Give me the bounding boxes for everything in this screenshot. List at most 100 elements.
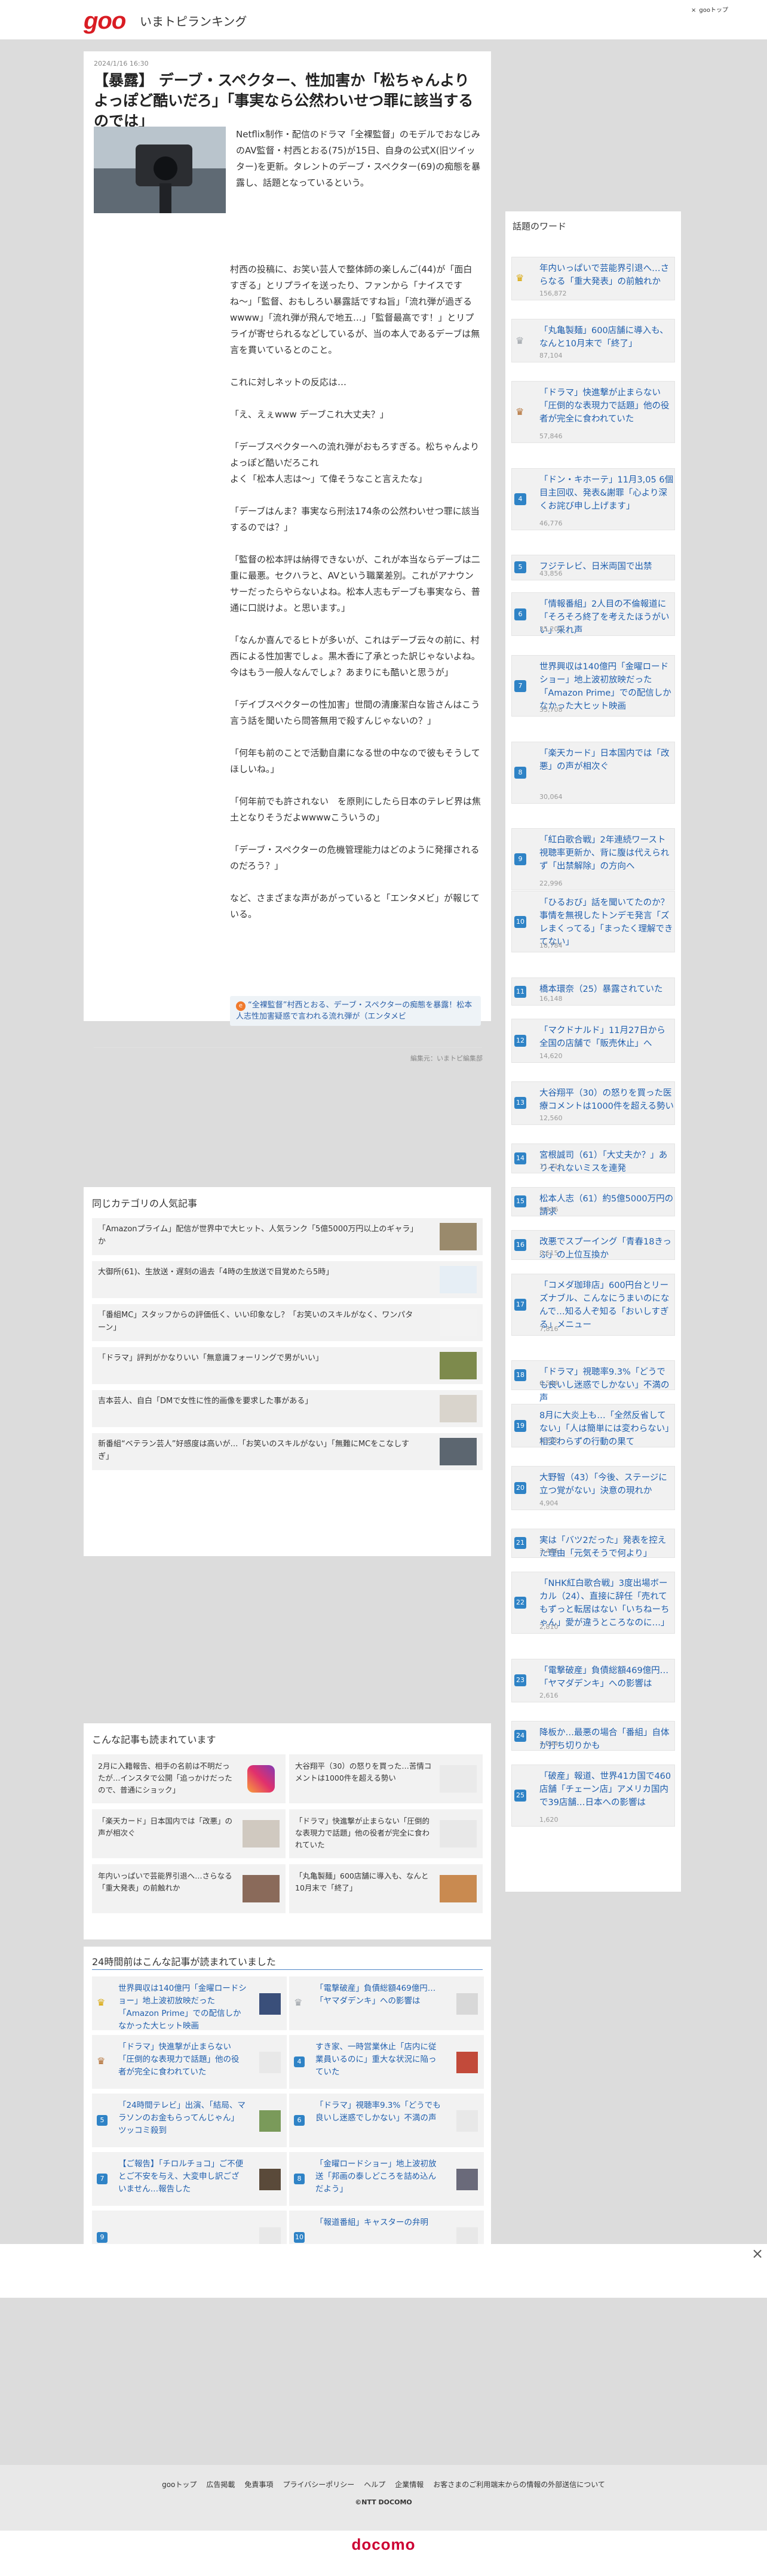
list-item[interactable]: 「丸亀製麺」600店舗に導入も、なんと10月末で「終了」 bbox=[289, 1864, 483, 1913]
ranking-item[interactable]: 6 「ドラマ」視聴率9.3%「どうでも良いし迷惑でしかない」不満の声 bbox=[289, 2094, 484, 2147]
trending-title: 実は「バツ2だった」発表を控えた理由「元気そうで何より」 bbox=[539, 1535, 667, 1558]
trending-item[interactable]: 13 大谷翔平（30）の怒りを買った医療コメントは1000件を超える勢い 12,56… bbox=[511, 1081, 675, 1125]
trending-item[interactable]: ♛ 年内いっぱいで芸能界引退へ…さらなる「重大発表」の前触れか 156,872 bbox=[511, 256, 675, 300]
trending-title: 世界興収は140億円「金曜ロードショー」地上波初放映だった「Amazon Pri… bbox=[539, 662, 671, 711]
ranking-title: 「24時間テレビ」出演、「結局、マラソンのお金もらってんじゃん」ツッコミ殺到 bbox=[118, 2101, 246, 2135]
trending-item[interactable]: 6 「情報番組」2人目の不倫報道に「そろそろ終了を考えたほうがいい」采れ声 35,2… bbox=[511, 592, 675, 637]
trending-item[interactable]: 20 大野智（43）「今後、ステージに立つ覚がない」決意の現れか 4,904 bbox=[511, 1466, 675, 1510]
footer-link[interactable]: gooトップ bbox=[162, 2480, 197, 2489]
article-title: 【暴露】 デーブ・スペクター、性加害か「松ちゃんよりよっぽど酷いだろ」「事実なら… bbox=[94, 72, 474, 130]
rank-badge: 17 bbox=[514, 1298, 526, 1311]
trending-item[interactable]: 12 「マクドナルド」11月27日から全国の店舗で「販売休止」へ 14,620 bbox=[511, 1019, 675, 1063]
trending-item[interactable]: 21 実は「バツ2だった」発表を控えた理由「元気そうで何より」 3,466 bbox=[511, 1528, 675, 1558]
trending-item[interactable]: 23 「電撃破産」負債総額469億円…「ヤマダデンキ」への影響は 2,616 bbox=[511, 1658, 675, 1702]
footer-link[interactable]: お客さまのご利用端末からの情報の外部送信について bbox=[433, 2480, 605, 2489]
rank-badge: 15 bbox=[514, 1195, 526, 1208]
trending-item[interactable]: 14 宮根誠司（61）「大丈夫か？」ありそれないミスを連発 11,312 bbox=[511, 1143, 675, 1173]
goo-logo[interactable]: goo bbox=[84, 8, 126, 35]
trending-item[interactable]: 11 橋本環奈（25）暴露されていた 16,148 bbox=[511, 977, 675, 1006]
trending-item[interactable]: 8 「楽天カード」日本国内では「改悪」の声が相次ぐ 30,064 bbox=[511, 741, 675, 804]
footer-link[interactable]: 企業情報 bbox=[395, 2480, 424, 2489]
trending-item[interactable]: 9 「紅白歌合戦」2年連続ワースト視聴率更新か、背に腹は代えられず「出禁解除」の方… bbox=[511, 828, 675, 891]
view-count: 4,904 bbox=[539, 1499, 559, 1507]
goo-top-link[interactable]: × gooトップ bbox=[691, 5, 731, 14]
trending-item[interactable]: 19 8月に大炎上も…「全然反省してない」「人は簡単には変わらない」相変わらずの行… bbox=[511, 1404, 675, 1448]
trending-title: 「コメダ珈琲店」600円台とリーズナブル、こんなにうまいのになんで…知る人ぞ知る… bbox=[539, 1281, 670, 1330]
footer: gooトップ 広告掲載 免責事項 プライバシーポリシー ヘルプ 企業情報 お客さまのご利用端… bbox=[0, 2465, 767, 2576]
thumbnail bbox=[259, 2227, 281, 2245]
trending-item[interactable]: 7 世界興収は140億円「金曜ロードショー」地上波初放映だった「Amazon Pr… bbox=[511, 654, 675, 717]
trending-item[interactable]: ♛ 「ドラマ」快進撃が止まらない「圧倒的な表現力で話題」他の役者が完全に食われてい… bbox=[511, 381, 675, 444]
list-item[interactable]: 「Amazonプライム」配信が世界中で大ヒット、人気ランク「5億5000万円以上… bbox=[92, 1218, 483, 1255]
view-count: 33,708 bbox=[539, 706, 563, 714]
trending-item[interactable]: 25 「破産」報道、世界41カ国で460店舗「チェーン店」アメリカ国内で39店舗…… bbox=[511, 1764, 675, 1827]
list-item[interactable]: 「ドラマ」快進撃が止まらない「圧倒的な表現力で話題」他の役者が完全に食われていた bbox=[289, 1809, 483, 1858]
thumbnail bbox=[243, 1875, 280, 1902]
list-item[interactable]: 2月に入籍報告、相手の名前は不明だったが…インスタで公開「追っかけだったので、普… bbox=[92, 1754, 286, 1803]
site-header: goo いまトピランキング × gooトップ bbox=[0, 0, 767, 39]
ranking-item[interactable]: 4 すき家、一時営業休止「店内に従業員いるのに」重大な状況に陥っていた bbox=[289, 2035, 484, 2089]
ranking-item[interactable]: 8 「金曜ロードショー」地上波初放送「邦画の泰しどころを詰め込んだよう」 bbox=[289, 2152, 484, 2206]
list-item[interactable]: 吉本芸人、自白「DMで女性に性的画像を要求した事がある」 bbox=[92, 1390, 483, 1427]
view-count: 7,816 bbox=[539, 1324, 559, 1333]
list-item[interactable]: 「ドラマ」評判がかなりいい「無意識フォーリングで男がいい」 bbox=[92, 1347, 483, 1384]
ranking-item[interactable]: 9 bbox=[92, 2211, 287, 2245]
article-paragraph: 「監督の松本評は納得できないが、これが本当ならデーブは二重に最悪。セクハラと、A… bbox=[230, 554, 480, 613]
article-paragraph: 「なんか喜んでるヒトが多いが、これはデーブ云々の前に、村西による性加害でしょ。黒… bbox=[230, 635, 480, 678]
article-paragraph: 「え、えぇwww デーブこれ大丈夫？」 bbox=[230, 409, 389, 420]
past-24h-section: 24時間前はこんな記事が読まれていました ♛ 世界興収は140億円「金曜ロードショ… bbox=[84, 1947, 491, 2245]
ranking-item[interactable]: 5 「24時間テレビ」出演、「結局、マラソンのお金もらってんじゃん」ツッコミ殺到 bbox=[92, 2094, 287, 2147]
trending-item[interactable]: 24 降板か…最悪の場合「番組」自体が打ち切りかも 1,744 bbox=[511, 1721, 675, 1751]
list-item[interactable]: 年内いっぱいで芸能界引退へ…さらなる「重大発表」の前触れか bbox=[92, 1864, 286, 1913]
trending-item[interactable]: 10 「ひるおび」話を聞いてたのか？事情を無視したトンデモ発言「ズレまくってる」「… bbox=[511, 890, 675, 953]
ranking-item[interactable]: 7 【ご報告】「チロルチョコ」ご不便とご不安を与え、大変申し訳ございません…報告し… bbox=[92, 2152, 287, 2206]
rank-badge: 22 bbox=[514, 1597, 526, 1609]
trending-item[interactable]: 15 松本人志（61）約5億5000万円の請求 9,936 bbox=[511, 1186, 675, 1217]
trending-title: 「ドラマ」視聴率9.3%「どうでも良いし迷惑でしかない」不満の声 bbox=[539, 1367, 670, 1404]
list-item-title: 「Amazonプライム」配信が世界中で大ヒット、人気ランク「5億5000万円以上… bbox=[98, 1225, 418, 1246]
close-icon[interactable]: × bbox=[750, 2246, 765, 2261]
site-title[interactable]: いまトピランキング bbox=[140, 12, 247, 29]
thumbnail bbox=[440, 1438, 477, 1465]
view-count: 57,846 bbox=[539, 432, 563, 441]
rank-badge: 7 bbox=[514, 680, 526, 692]
trending-item[interactable]: 16 改悪でスプーイング「青春18きっぷ」の上位互換か 8,615 bbox=[511, 1230, 675, 1260]
footer-link[interactable]: 免責事項 bbox=[244, 2480, 273, 2489]
list-item[interactable]: 「番組MC」スタッフからの評価低く、いい印象なし？「お笑いのスキルがなく、ワンパ… bbox=[92, 1304, 483, 1341]
thumbnail bbox=[259, 2169, 281, 2190]
footer-link[interactable]: 広告掲載 bbox=[206, 2480, 235, 2489]
footer-link[interactable]: プライバシーポリシー bbox=[283, 2480, 354, 2489]
list-item-title: 「ドラマ」評判がかなりいい「無意識フォーリングで男がいい」 bbox=[98, 1354, 324, 1363]
article-source: 編集元：いまトピ編集部 bbox=[410, 1055, 483, 1062]
trending-item[interactable]: 18 「ドラマ」視聴率9.3%「どうでも良いし迷惑でしかない」不満の声 6,544 bbox=[511, 1360, 675, 1403]
ranking-item[interactable]: ♛ 世界興収は140億円「金曜ロードショー」地上波初放映だった「Amazon Pr… bbox=[92, 1976, 287, 2031]
goo-top-link-label: gooトップ bbox=[699, 7, 728, 14]
trending-item[interactable]: 17 「コメダ珈琲店」600円台とリーズナブル、こんなにうまいのになんで…知る人ぞ… bbox=[511, 1274, 675, 1336]
list-item[interactable]: 大谷翔平（30）の怒りを買った…苦情コメントは1000件を超える勢い bbox=[289, 1754, 483, 1803]
trending-item[interactable]: 5 フジテレビ、日米両国で出禁 43,856 bbox=[511, 555, 675, 580]
trending-item[interactable]: 22 「NHK紅白歌合戦」3度出場ボーカル（24）、直接に辞任「売れてもずっと転居… bbox=[511, 1572, 675, 1634]
list-item-title: 大谷翔平（30）の怒りを買った…苦情コメントは1000件を超える勢い bbox=[295, 1762, 432, 1782]
thumbnail bbox=[440, 1875, 477, 1902]
trending-title: 大谷翔平（30）の怒りを買った医療コメントは1000件を超える勢い bbox=[539, 1088, 674, 1111]
view-count: 30,064 bbox=[539, 792, 563, 801]
list-item[interactable]: 「楽天カード」日本国内では「改悪」の声が相次ぐ bbox=[92, 1809, 286, 1858]
trending-item[interactable]: ♛ 「丸亀製麺」600店舗に導入も、なんと10月末で「終了」 87,104 bbox=[511, 319, 675, 363]
docomo-logo[interactable]: docomo bbox=[0, 2535, 767, 2554]
list-item[interactable]: 大御所(61)、生放送・遅刻の過去「4時の生放送で目覚めたら5時」 bbox=[92, 1261, 483, 1298]
view-count: 87,104 bbox=[539, 352, 563, 360]
ranking-item[interactable]: ♛ 「ドラマ」快進撃が止まらない「圧倒的な表現力で話題」他の役者が完全に食われてい… bbox=[92, 2035, 287, 2089]
thumbnail bbox=[440, 1352, 477, 1379]
ranking-item[interactable]: ♛ 「電撃破産」負債総額469億円…「ヤマダデンキ」への影響は bbox=[289, 1976, 484, 2030]
rank-badge: 19 bbox=[514, 1419, 526, 1432]
footer-link[interactable]: ヘルプ bbox=[364, 2480, 385, 2489]
rank-badge: 21 bbox=[514, 1537, 526, 1550]
related-article-link[interactable]: e “全裸監督”村西とおる、デーブ・スペクターの痴態を暴露！松本人志性加害疑惑で言… bbox=[230, 996, 481, 1026]
list-item-title: 「丸亀製麺」600店舗に導入も、なんと10月末で「終了」 bbox=[295, 1871, 429, 1892]
ranking-item[interactable]: 10 「報道番組」キャスターの弁明 bbox=[289, 2211, 484, 2245]
ad-banner: × bbox=[0, 2244, 767, 2298]
list-item[interactable]: 新番組“ベテラン芸人”好感度は高いが…「お笑いのスキルがない」「無難にMCをこな… bbox=[92, 1433, 483, 1470]
instagram-icon bbox=[247, 1765, 275, 1793]
list-item-title: 新番組“ベテラン芸人”好感度は高いが…「お笑いのスキルがない」「無難にMCをこな… bbox=[98, 1440, 410, 1461]
trending-item[interactable]: 4 「ドン・キホーテ」11月3,05 6個目主回収、発表&謝罪「心より深くお詫び申… bbox=[511, 468, 675, 530]
